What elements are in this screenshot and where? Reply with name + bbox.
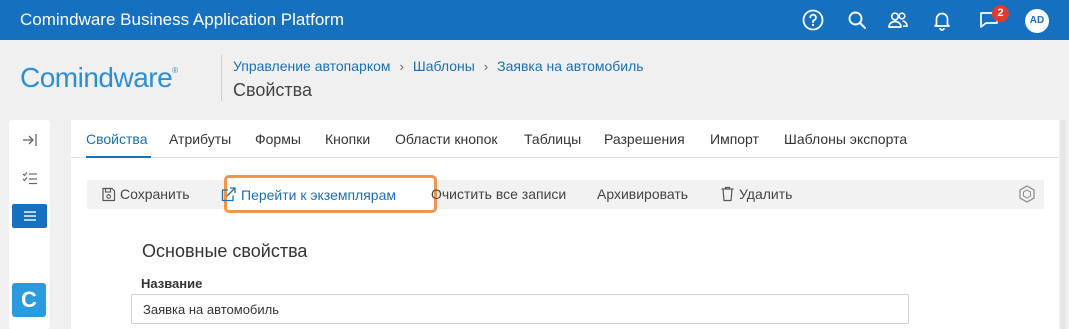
users-icon[interactable] [886, 8, 910, 32]
go-to-instances-label: Перейти к экземплярам [241, 186, 397, 203]
logo-text: Comindware [20, 62, 173, 93]
top-bar: Comindware Business Application Platform… [0, 0, 1069, 40]
tab-button-areas[interactable]: Области кнопок [395, 131, 498, 147]
page-title: Свойства [233, 80, 313, 100]
breadcrumb-item-fleet[interactable]: Управление автопарком [233, 58, 391, 74]
user-avatar[interactable]: AD [1025, 9, 1049, 33]
bell-icon[interactable] [930, 8, 954, 32]
tab-bar: Свойства Атрибуты Формы Кнопки Области к… [71, 120, 1059, 158]
expand-icon[interactable] [12, 128, 47, 152]
help-icon[interactable] [801, 8, 825, 32]
clear-all-records-button[interactable]: Очистить все записи [431, 186, 566, 202]
save-icon [102, 187, 116, 201]
name-field-label: Название [141, 276, 203, 291]
breadcrumb: Управление автопарком › Шаблоны › Заявка… [233, 58, 644, 74]
left-rail: C [9, 120, 50, 329]
tab-export-templates[interactable]: Шаблоны экспорта [784, 131, 907, 147]
chevron-right-icon: › [483, 58, 489, 74]
chevron-right-icon: › [399, 58, 404, 74]
notification-badge: 2 [992, 5, 1009, 22]
more-options-icon[interactable] [1017, 184, 1037, 209]
main-panel: Свойства Атрибуты Формы Кнопки Области к… [71, 120, 1059, 329]
archive-button[interactable]: Архивировать [597, 186, 688, 202]
delete-button[interactable]: Удалить [720, 186, 792, 202]
tab-import[interactable]: Импорт [710, 131, 759, 147]
section-title: Основные свойства [142, 241, 308, 261]
go-to-instances-button[interactable]: Перейти к экземплярам [220, 186, 396, 203]
clear-all-records-label: Очистить все записи [431, 186, 567, 202]
save-button[interactable]: Сохранить [101, 186, 190, 202]
tab-forms[interactable]: Формы [255, 131, 301, 147]
save-label: Сохранить [120, 186, 190, 202]
breadcrumb-item-templates[interactable]: Шаблоны [413, 58, 475, 74]
tab-buttons[interactable]: Кнопки [325, 131, 370, 147]
breadcrumb-item-car-request[interactable]: Заявка на автомобиль [497, 58, 643, 74]
app-title: Comindware Business Application Platform [20, 10, 345, 29]
comindware-logo[interactable]: Comindware® [20, 62, 178, 94]
external-link-icon [221, 187, 236, 202]
archive-label: Архивировать [597, 186, 689, 202]
delete-label: Удалить [739, 186, 793, 202]
logo-registered-mark: ® [172, 66, 178, 75]
toolbar: Сохранить Перейти к экземплярам Очистить… [87, 175, 1044, 213]
name-field[interactable]: Заявка на автомобиль [131, 294, 909, 324]
scrollbar[interactable] [1060, 120, 1066, 329]
header-divider [221, 55, 222, 101]
tab-attributes[interactable]: Атрибуты [169, 131, 231, 147]
active-tab-indicator [86, 156, 151, 158]
tab-tables[interactable]: Таблицы [524, 131, 581, 147]
search-icon[interactable] [845, 8, 869, 32]
checklist-icon[interactable] [12, 166, 47, 190]
menu-icon[interactable] [12, 204, 47, 228]
tab-permissions[interactable]: Разрешения [604, 131, 685, 147]
app-logo-icon[interactable]: C [12, 283, 46, 317]
trash-icon [721, 186, 734, 202]
tab-properties[interactable]: Свойства [86, 131, 147, 147]
